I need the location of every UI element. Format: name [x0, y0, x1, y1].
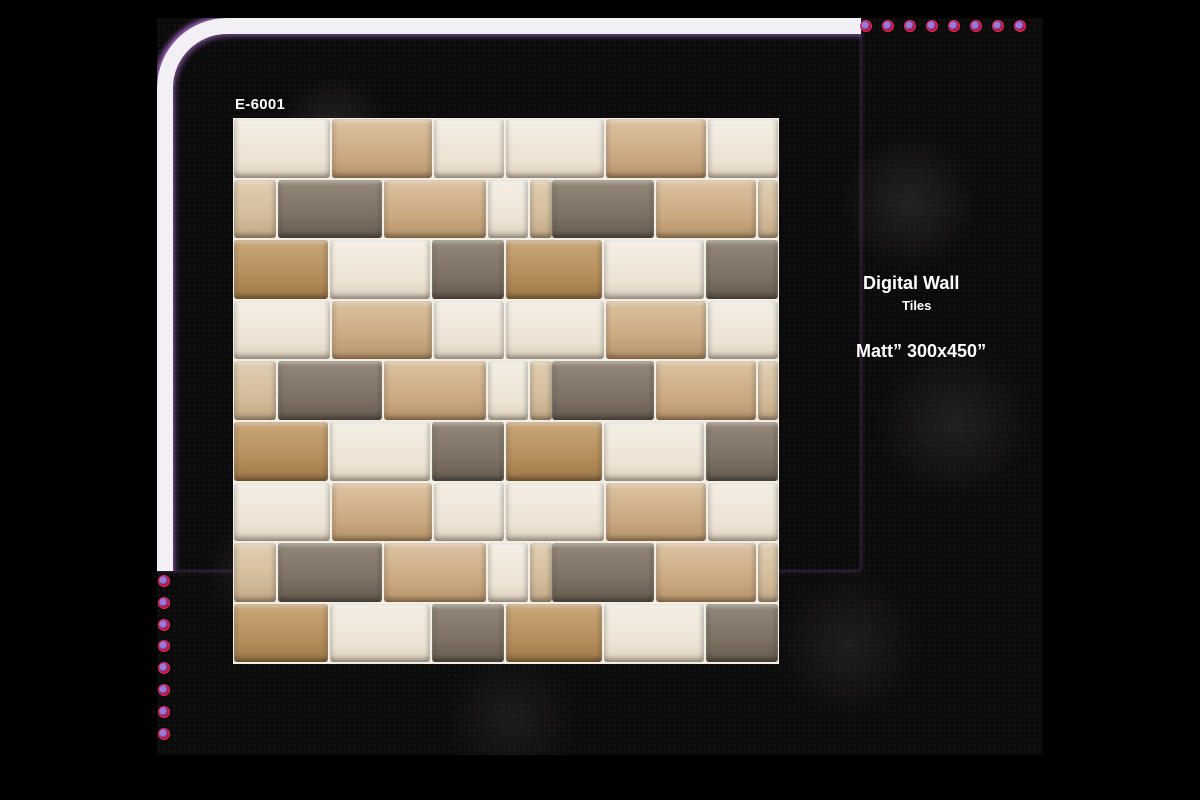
bead-ornament [860, 20, 872, 32]
tile-brick [506, 300, 604, 360]
bead-ornament [970, 20, 982, 32]
tile-brick [488, 361, 528, 420]
bead-ornament [992, 20, 1004, 32]
tile-brick [432, 422, 504, 481]
tile-brick [656, 179, 756, 239]
tile-brick [604, 422, 704, 481]
tile-brick [606, 119, 706, 178]
tile-brick [706, 603, 778, 663]
tile-brick [604, 603, 704, 663]
tile-brick [234, 300, 330, 360]
tile-brick [234, 361, 276, 420]
tile-brick [530, 543, 552, 602]
product-title: Digital Wall [863, 273, 960, 293]
tile-brick [552, 361, 654, 420]
tile-brick [606, 300, 706, 360]
tile-brick [332, 119, 432, 178]
bead-ornament [158, 683, 170, 696]
product-subtitle: Tiles [902, 298, 932, 313]
tile-brick [604, 240, 704, 299]
tile-brick [278, 361, 382, 420]
product-code: E-6001 [235, 96, 286, 113]
tile-brick [234, 543, 276, 602]
bead-chain-left [157, 575, 171, 749]
tile-brick [234, 482, 330, 542]
tile-brick [330, 422, 430, 481]
tile-brick [278, 543, 382, 602]
tile-brick [234, 119, 330, 178]
tile-brick [434, 300, 504, 360]
tile-brick [234, 179, 276, 239]
tile-brick [758, 179, 778, 239]
tile-brick [552, 543, 654, 602]
tile-brick [432, 603, 504, 663]
tile-brick [384, 543, 486, 602]
bead-ornament [158, 705, 170, 718]
tile-brick [606, 482, 706, 542]
product-finish-size: Matt” 300x450” [856, 341, 987, 361]
tile-brick [488, 543, 528, 602]
tile-brick [384, 361, 486, 420]
tile-brick [530, 179, 552, 239]
tile-brick [332, 300, 432, 360]
tile-brick [488, 179, 528, 239]
bead-ornament [1014, 20, 1026, 32]
bead-ornament [948, 20, 960, 32]
bead-ornament [158, 640, 170, 653]
tile-preview-image [233, 118, 779, 664]
bead-ornament [158, 618, 170, 631]
tile-brick [656, 361, 756, 420]
tile-brick [706, 422, 778, 481]
tile-brick [506, 603, 602, 663]
tile-brick [432, 240, 504, 299]
tile-brick [708, 482, 778, 542]
bead-ornament [926, 20, 938, 32]
bead-ornament [158, 596, 170, 609]
bead-ornament [882, 20, 894, 32]
tile-brick [278, 179, 382, 239]
tile-brick [530, 361, 552, 420]
tile-brick [708, 119, 778, 178]
tile-brick [434, 119, 504, 178]
bead-ornament [158, 662, 170, 675]
bead-ornament [158, 575, 170, 587]
tile-brick [234, 240, 328, 299]
tile-brick [706, 240, 778, 299]
tile-brick [234, 422, 328, 481]
bead-chain-top [860, 18, 1036, 34]
tile-brick [758, 543, 778, 602]
tile-brick [506, 482, 604, 542]
tile-brick [234, 603, 328, 663]
tile-brick [506, 422, 602, 481]
tile-brick [330, 603, 430, 663]
tile-brick [708, 300, 778, 360]
tile-brick [656, 543, 756, 602]
tile-brick [758, 361, 778, 420]
bead-ornament [158, 727, 170, 740]
tile-brick [552, 179, 654, 239]
tile-brick [384, 179, 486, 239]
tile-brick [506, 240, 602, 299]
tile-brick [332, 482, 432, 542]
tile-brick [434, 482, 504, 542]
bead-ornament [904, 20, 916, 32]
tile-brick [330, 240, 430, 299]
tile-brick [506, 119, 604, 178]
